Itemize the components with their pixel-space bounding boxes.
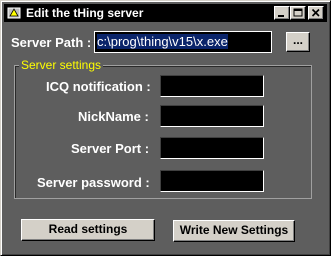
- server-port-input[interactable]: [160, 137, 264, 159]
- server-path-input[interactable]: c:\prog\thing\v15\x.exe: [94, 31, 272, 53]
- title-bar[interactable]: Edit the tHing server: [4, 4, 327, 22]
- server-password-label: Server password :: [37, 175, 150, 190]
- write-settings-button[interactable]: Write New Settings: [173, 220, 295, 242]
- icq-notification-input[interactable]: [160, 75, 264, 97]
- server-password-input[interactable]: [160, 170, 264, 192]
- icq-notification-label: ICQ notification :: [46, 79, 151, 94]
- close-icon: [311, 8, 320, 17]
- app-icon: [7, 6, 21, 20]
- server-path-label: Server Path :: [11, 35, 92, 50]
- server-path-value: c:\prog\thing\v15\x.exe: [97, 34, 228, 49]
- server-settings-title: Server settings: [19, 58, 104, 72]
- maximize-icon: [293, 8, 303, 17]
- server-port-label: Server Port :: [71, 141, 150, 156]
- minimize-button[interactable]: [274, 6, 290, 20]
- dialog-window: Edit the tHing server Server Path : c:\p…: [0, 0, 331, 256]
- close-button[interactable]: [308, 6, 324, 20]
- maximize-button[interactable]: [290, 6, 306, 20]
- nickname-label: NickName :: [78, 109, 149, 124]
- window-title: Edit the tHing server: [26, 6, 144, 20]
- browse-button[interactable]: ...: [286, 32, 310, 52]
- read-settings-button[interactable]: Read settings: [21, 219, 155, 241]
- nickname-input[interactable]: [160, 105, 264, 127]
- minimize-icon: [278, 15, 284, 17]
